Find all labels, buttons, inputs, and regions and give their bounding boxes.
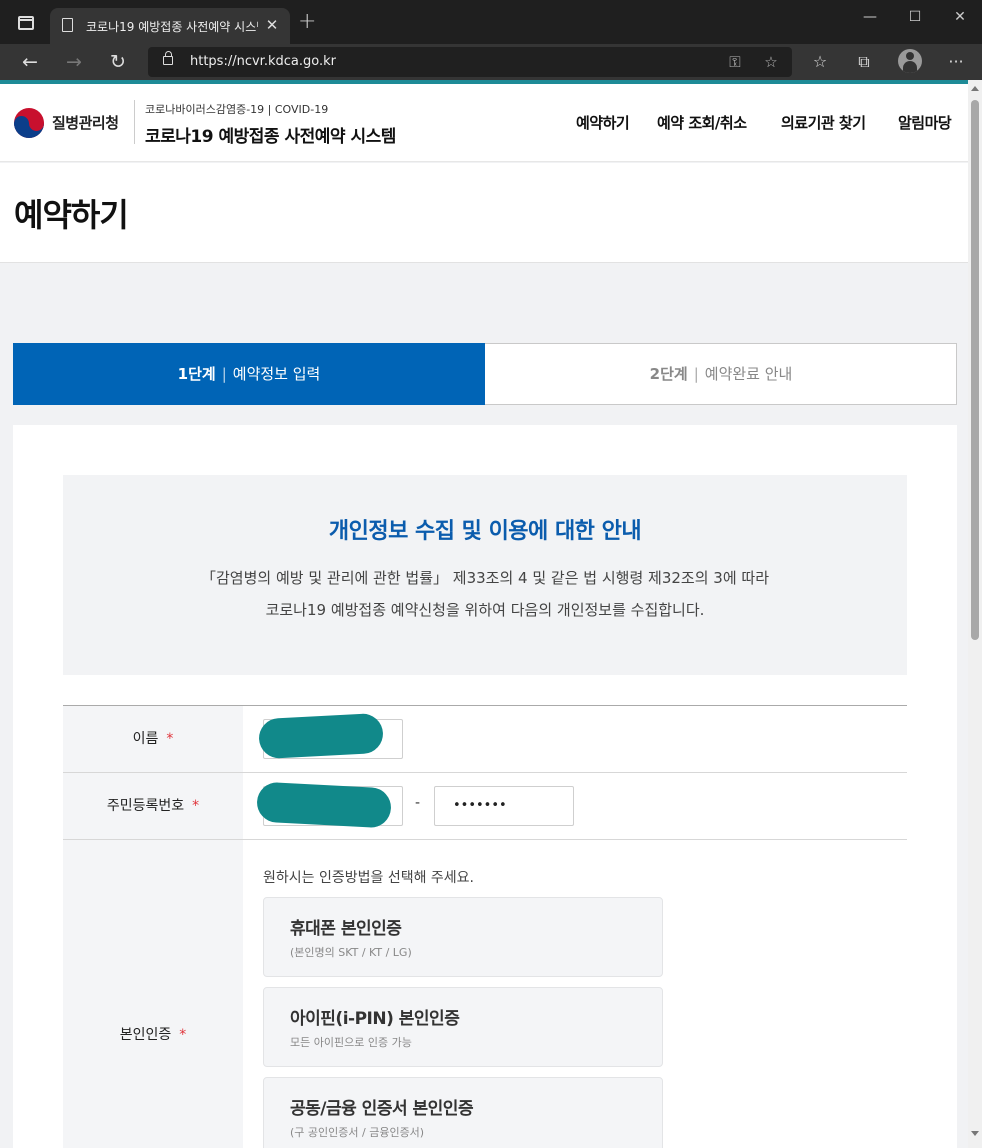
rrn-dash: - <box>415 795 421 811</box>
scroll-thumb[interactable] <box>971 100 979 640</box>
page-viewport: 질병관리청 코로나바이러스감염증-19 | COVID-19 코로나19 예방접… <box>0 84 968 1148</box>
name-label: 이름 * <box>63 706 243 772</box>
new-tab-button[interactable]: + <box>298 11 316 33</box>
certificate-auth-button[interactable]: 공동/금융 인증서 본인인증 (구 공인인증서 / 금융인증서) <box>263 1077 663 1148</box>
add-favorite-icon[interactable]: ☆ <box>760 51 782 73</box>
step-number: 1단계 <box>177 365 216 383</box>
browser-tab-bar: 코로나19 예방접종 사전예약 시스템 ✕ + — ☐ ✕ <box>0 0 982 44</box>
maximize-button[interactable]: ☐ <box>905 8 925 26</box>
system-title[interactable]: 코로나19 예방접종 사전예약 시스템 <box>145 122 396 147</box>
auth-method-title: 휴대폰 본인인증 <box>290 919 402 939</box>
name-label-text: 이름 <box>132 731 159 747</box>
page-title: 예약하기 <box>14 196 129 234</box>
address-bar[interactable]: https://ncvr.kdca.go.kr ⚿ ☆ <box>148 47 792 77</box>
step-separator: | <box>221 365 227 383</box>
step-indicator: 1단계 | 예약정보 입력 2단계 | 예약완료 안내 <box>13 343 957 405</box>
required-mark: * <box>166 731 174 747</box>
auth-method-desc: (구 공인인증서 / 금융인증서) <box>290 1126 425 1139</box>
profile-avatar[interactable] <box>898 49 922 73</box>
kdca-logo-icon[interactable] <box>14 108 44 138</box>
privacy-notice-line-1: 「감염병의 예방 및 관리에 관한 법률」 제33조의 4 및 같은 법 시행령… <box>200 569 770 587</box>
required-mark: * <box>192 798 200 814</box>
header-subtitle: 코로나바이러스감염증-19 | COVID-19 <box>145 103 329 116</box>
step-separator: | <box>693 365 699 383</box>
auth-method-desc: 모든 아이핀으로 인증 가능 <box>290 1036 412 1049</box>
key-icon[interactable]: ⚿ <box>724 51 746 73</box>
step-label: 예약정보 입력 <box>232 365 321 383</box>
back-icon[interactable]: ← <box>18 50 42 74</box>
browser-toolbar: ← → ↻ https://ncvr.kdca.go.kr ⚿ ☆ ☆ ⧉ ··… <box>0 44 982 80</box>
rrn-back-input[interactable]: ••••••• <box>434 786 574 826</box>
lock-icon[interactable] <box>163 51 173 65</box>
forward-icon[interactable]: → <box>62 50 86 74</box>
auth-label-text: 본인인증 <box>119 1027 172 1043</box>
redaction-mark <box>258 712 384 760</box>
favorites-icon[interactable]: ☆ <box>808 50 832 74</box>
redaction-mark <box>256 781 392 829</box>
step-label: 예약완료 안내 <box>704 365 793 383</box>
name-row: 이름 * <box>63 706 907 773</box>
site-header: 질병관리청 코로나바이러스감염증-19 | COVID-19 코로나19 예방접… <box>0 84 968 162</box>
privacy-notice-title: 개인정보 수집 및 이용에 대한 안내 <box>328 519 642 544</box>
phone-auth-button[interactable]: 휴대폰 본인인증 (본인명의 SKT / KT / LG) <box>263 897 663 977</box>
page-scrollbar[interactable] <box>968 80 982 1148</box>
tab-actions-icon[interactable] <box>18 16 34 30</box>
auth-help-text: 원하시는 인증방법을 선택해 주세요. <box>263 870 474 886</box>
step-2: 2단계 | 예약완료 안내 <box>485 344 957 404</box>
auth-method-title: 아이핀(i-PIN) 본인인증 <box>290 1009 460 1029</box>
rrn-label: 주민등록번호 * <box>63 773 243 839</box>
step-number: 2단계 <box>649 365 688 383</box>
reservation-form-card: 개인정보 수집 및 이용에 대한 안내 「감염병의 예방 및 관리에 관한 법률… <box>13 425 957 1148</box>
tab-close-icon[interactable]: ✕ <box>264 16 280 34</box>
page-icon <box>62 18 73 32</box>
ipin-auth-button[interactable]: 아이핀(i-PIN) 본인인증 모든 아이핀으로 인증 가능 <box>263 987 663 1067</box>
auth-method-title: 공동/금융 인증서 본인인증 <box>290 1099 474 1119</box>
nav-notice-board[interactable]: 알림마당 <box>898 112 952 133</box>
auth-method-desc: (본인명의 SKT / KT / LG) <box>290 946 412 959</box>
browser-tab[interactable]: 코로나19 예방접종 사전예약 시스템 ✕ <box>50 8 290 44</box>
reload-icon[interactable]: ↻ <box>106 50 130 74</box>
more-icon[interactable]: ··· <box>944 50 968 74</box>
page-title-bar: 예약하기 <box>0 163 968 263</box>
privacy-notice: 개인정보 수집 및 이용에 대한 안내 「감염병의 예방 및 관리에 관한 법률… <box>63 475 907 675</box>
auth-row: 본인인증 * 원하시는 인증방법을 선택해 주세요. 휴대폰 본인인증 (본인명의… <box>63 840 907 1148</box>
auth-label: 본인인증 * <box>63 840 243 1148</box>
rrn-row: 주민등록번호 * - ••••••• <box>63 773 907 840</box>
personal-info-form: 이름 * 주민등록번호 * - ••••••• 본인인증 * 원하시는 인증방법… <box>63 705 907 1148</box>
rrn-label-text: 주민등록번호 <box>106 798 185 814</box>
step-1: 1단계 | 예약정보 입력 <box>13 343 485 405</box>
required-mark: * <box>179 1027 187 1043</box>
collections-icon[interactable]: ⧉ <box>852 50 876 74</box>
privacy-notice-line-2: 코로나19 예방접종 예약신청을 위하여 다음의 개인정보를 수집합니다. <box>265 601 705 619</box>
scroll-down-arrow-icon[interactable] <box>971 1131 979 1136</box>
nav-reserve[interactable]: 예약하기 <box>576 112 630 133</box>
minimize-button[interactable]: — <box>860 8 880 26</box>
header-divider <box>134 100 135 144</box>
tab-title: 코로나19 예방접종 사전예약 시스템 <box>86 20 258 34</box>
logo-text[interactable]: 질병관리청 <box>52 112 119 133</box>
scroll-up-arrow-icon[interactable] <box>971 86 979 91</box>
close-window-button[interactable]: ✕ <box>950 8 970 26</box>
url-text[interactable]: https://ncvr.kdca.go.kr <box>190 54 336 69</box>
nav-find-clinic[interactable]: 의료기관 찾기 <box>781 112 866 133</box>
nav-lookup-cancel[interactable]: 예약 조회/취소 <box>657 112 747 133</box>
